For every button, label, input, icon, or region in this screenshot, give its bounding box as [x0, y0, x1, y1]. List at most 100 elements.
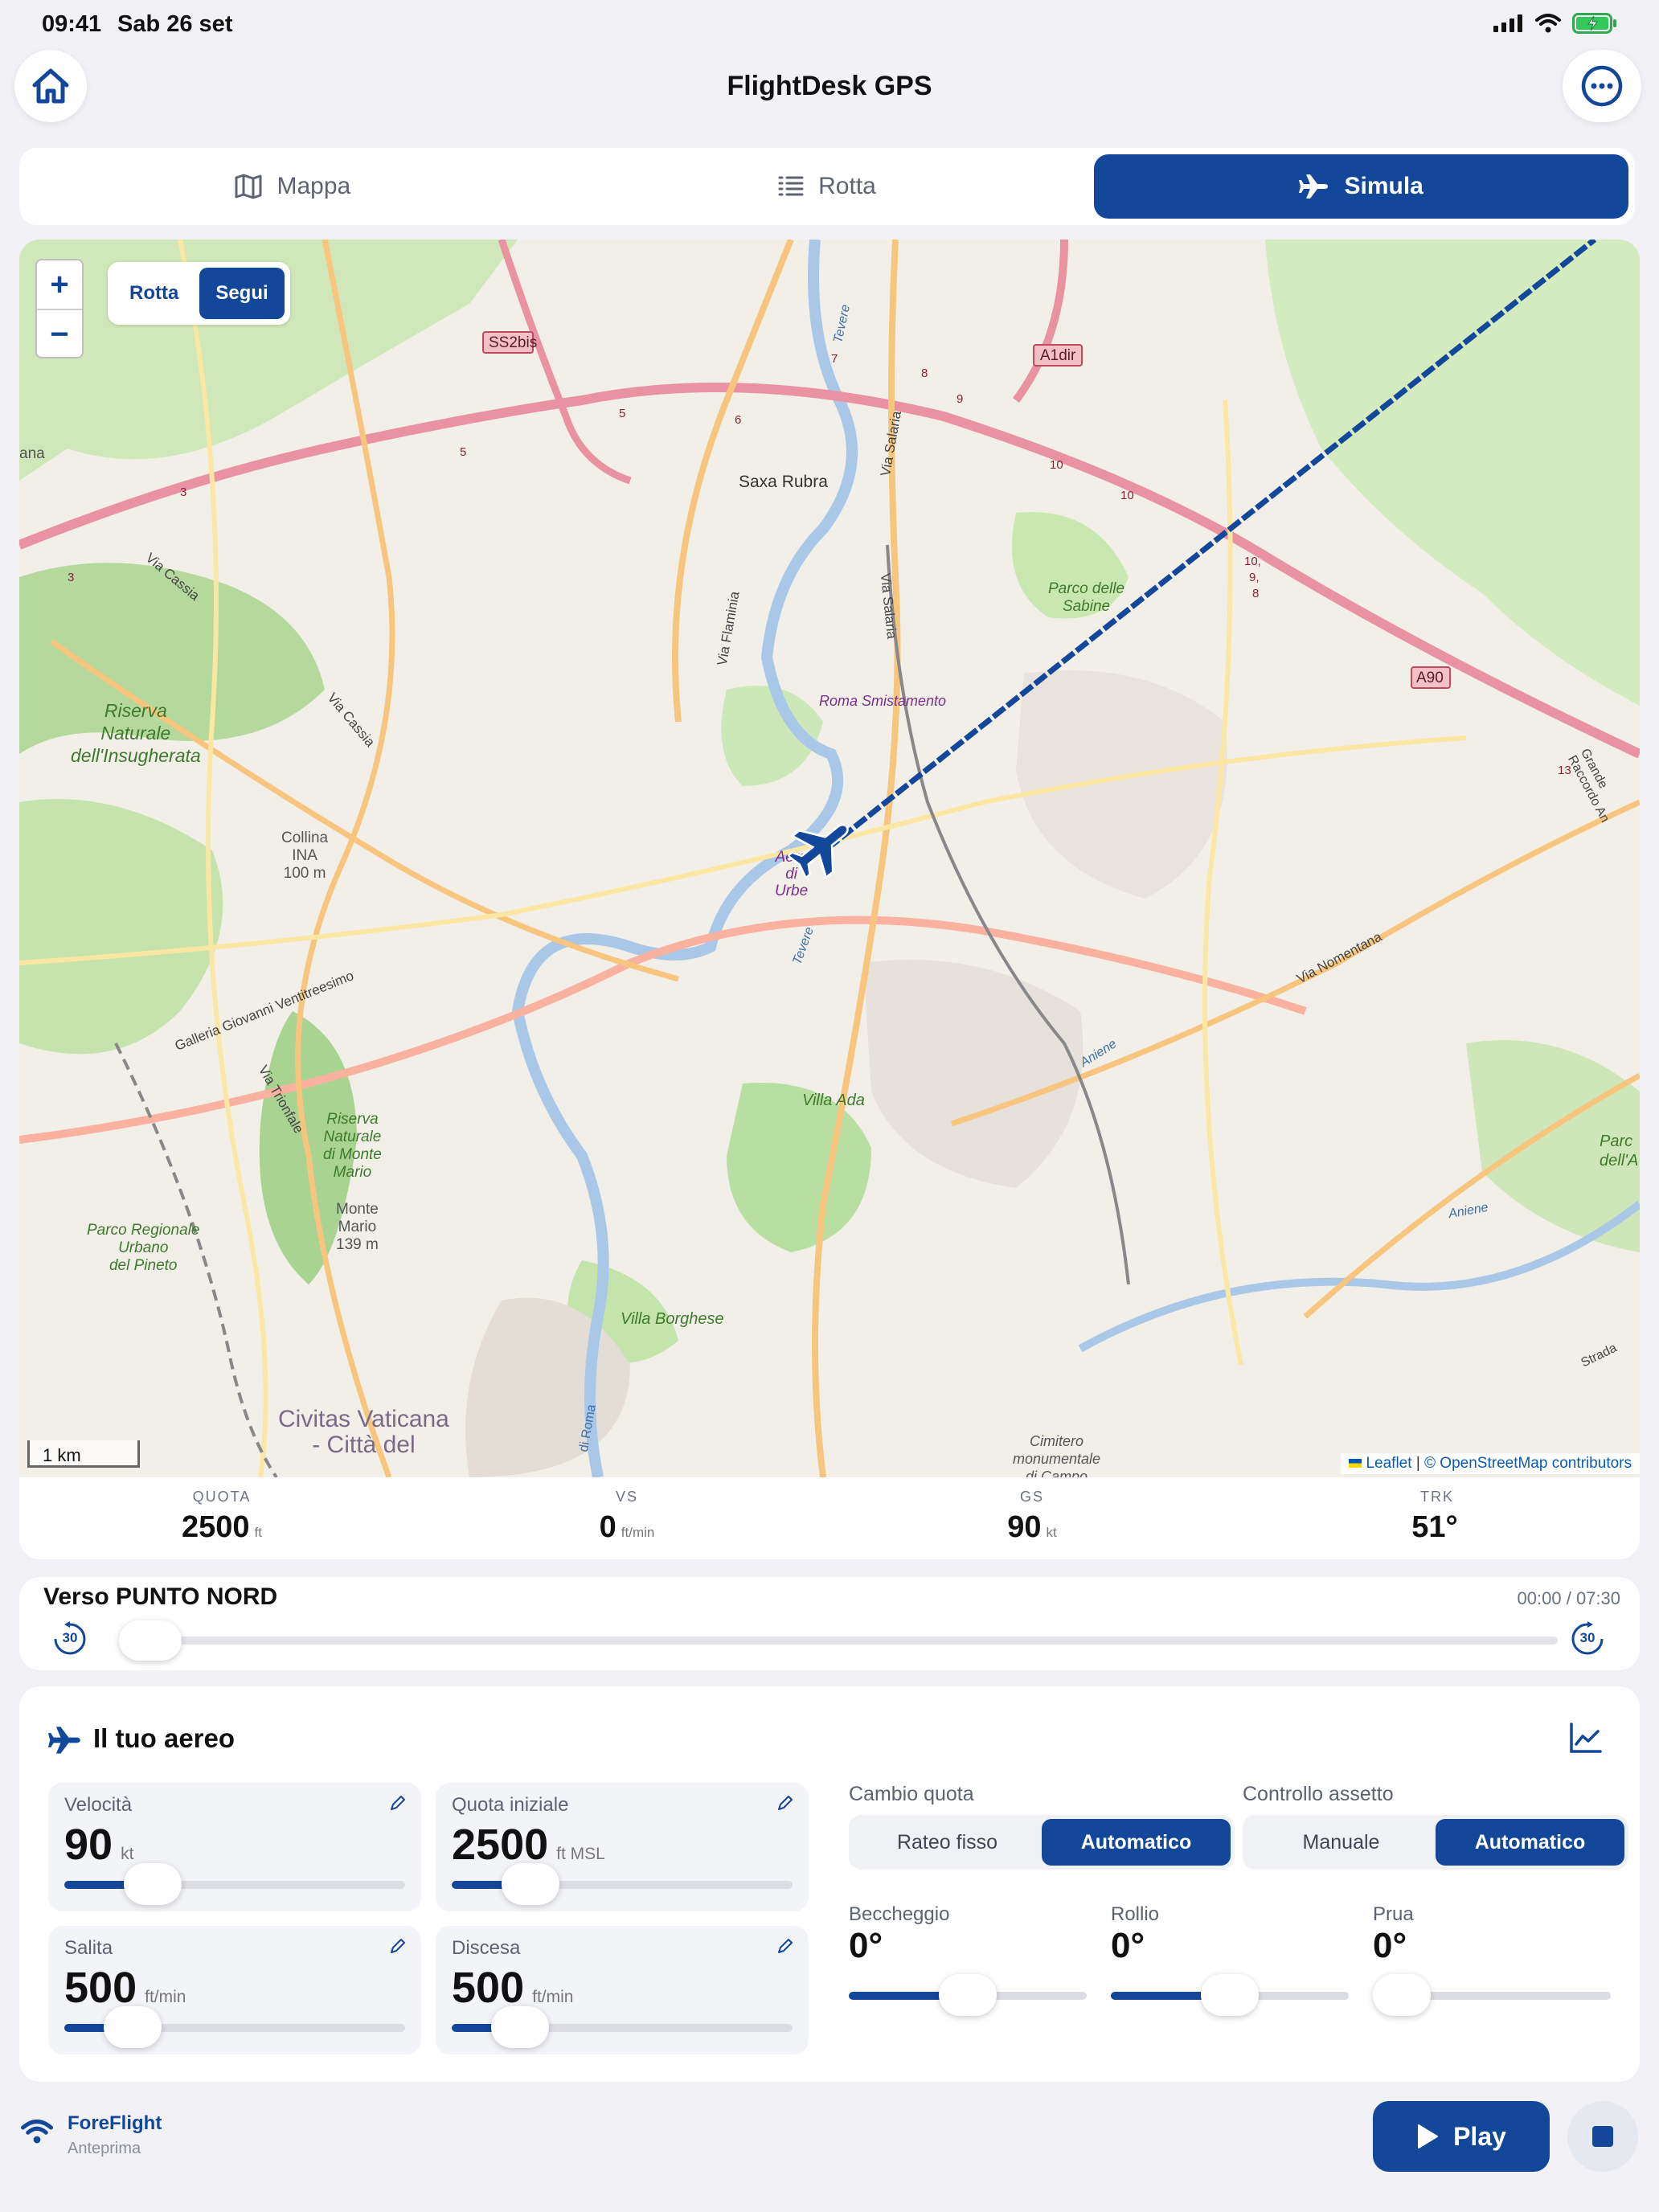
map-road-num-10b: 10 — [1120, 489, 1134, 502]
attitude-rollio-label: Rollio — [1111, 1903, 1160, 1925]
slider-knob[interactable] — [490, 2006, 549, 2048]
attitude-control-label: Controllo assetto — [1243, 1783, 1394, 1805]
play-label: Play — [1453, 2121, 1506, 2151]
param-velocita-label: Velocità — [64, 1794, 133, 1816]
stat-trk-number: 51° — [1411, 1510, 1458, 1544]
map-label-sabine: Parco delle Sabine — [1048, 580, 1124, 616]
leaflet-link[interactable]: Leaflet — [1366, 1455, 1411, 1472]
map-road-num-10a: 10 — [1050, 458, 1063, 472]
map-label-aero-3: Urbe — [775, 883, 809, 899]
list-icon — [778, 176, 804, 196]
map-label-pineto-2: Urbano — [118, 1239, 169, 1256]
main-tabs: Mappa Rotta Simula — [19, 148, 1635, 225]
map-road-num-5a: 5 — [460, 445, 467, 459]
stat-quota-number: 2500 — [182, 1510, 250, 1544]
map-label-vaticano: Civitas Vaticana - Città del — [278, 1407, 449, 1458]
map-label-mm-1: Riserva — [326, 1111, 379, 1128]
route-time: 00:00 / 07:30 — [1517, 1588, 1620, 1608]
slider-knob[interactable] — [1373, 1974, 1431, 2016]
skip-back-label: 30 — [62, 1630, 78, 1645]
stat-quota-unit: ft — [254, 1525, 262, 1540]
airplane-icon — [1299, 174, 1329, 199]
map-road-num-8b: 8 — [1252, 587, 1260, 600]
attitude-prua-label: Prua — [1373, 1903, 1414, 1925]
attitude-beccheggio-slider[interactable] — [849, 1974, 1087, 2016]
map-label-cimitero-1: Cimitero — [1030, 1433, 1084, 1449]
map-label-sabine-1: Parco delle — [1048, 580, 1125, 597]
play-button[interactable]: Play — [1373, 2101, 1550, 2172]
slider-knob[interactable] — [103, 2006, 162, 2048]
altitude-change-automatico[interactable]: Automatico — [1042, 1819, 1231, 1866]
pencil-icon[interactable] — [389, 1937, 407, 1955]
slider-knob[interactable] — [939, 1974, 997, 2016]
aircraft-panel-title: Il tuo aereo — [93, 1723, 236, 1753]
airplane-icon — [48, 1727, 80, 1754]
attitude-rollio-slider[interactable] — [1111, 1974, 1349, 2016]
map-label-mario-2: Mario — [338, 1219, 377, 1235]
stat-vs-value: 0 ft/min — [424, 1510, 830, 1545]
param-quota-slider[interactable] — [452, 1863, 793, 1905]
map-label-villa-ada: Villa Ada — [802, 1092, 865, 1109]
stat-vs-label: VS — [615, 1489, 638, 1505]
map-label-smistamento: Roma Smistamento — [819, 693, 947, 709]
stop-button[interactable] — [1567, 2101, 1638, 2172]
stat-trk: TRK 51° — [1235, 1477, 1640, 1559]
tab-simula-label: Simula — [1344, 173, 1423, 199]
tab-rotta[interactable]: Rotta — [560, 154, 1095, 219]
map-label-saxa: Saxa Rubra — [739, 473, 828, 491]
status-date: Sab 26 set — [117, 11, 233, 37]
stop-icon — [1592, 2126, 1613, 2147]
map-label-parco-edge: Parc dell'A — [1600, 1132, 1638, 1170]
map-label-vatican-2: - Città del — [312, 1432, 416, 1458]
ukraine-flag-icon — [1349, 1459, 1362, 1469]
altitude-change-rateo-fisso[interactable]: Rateo fisso — [853, 1819, 1042, 1866]
osm-link[interactable]: © OpenStreetMap contributors — [1424, 1455, 1632, 1472]
pencil-icon[interactable] — [776, 1937, 794, 1955]
connection-title[interactable]: ForeFlight — [68, 2112, 162, 2135]
map-mode-rotta[interactable]: Rotta — [113, 268, 195, 319]
stat-gs-label: GS — [1019, 1489, 1044, 1505]
skip-forward-button[interactable]: 30 — [1569, 1620, 1606, 1657]
map-label-monte-mario: Monte Mario 139 m — [336, 1201, 379, 1254]
route-progress-knob[interactable] — [119, 1620, 182, 1661]
attitude-rollio: Rollio 0° — [1111, 1903, 1349, 2016]
skip-back-button[interactable]: 30 — [51, 1620, 88, 1657]
attribution-separator: | — [1415, 1455, 1420, 1472]
map-mode-segui[interactable]: Segui — [199, 268, 285, 319]
param-salita-slider[interactable] — [64, 2006, 405, 2048]
chart-button[interactable] — [1569, 1722, 1603, 1758]
slider-knob[interactable] — [124, 1863, 182, 1905]
wifi-connection-icon — [21, 2120, 53, 2144]
map-label-pineto-3: del Pineto — [109, 1257, 178, 1274]
zoom-out-button[interactable]: − — [37, 310, 82, 358]
map-road-num-8: 8 — [921, 367, 928, 380]
attitude-control-manuale[interactable]: Manuale — [1247, 1819, 1436, 1866]
status-icons — [1493, 13, 1617, 34]
attitude-prua-value: 0° — [1373, 1926, 1407, 1965]
pencil-icon[interactable] — [389, 1794, 407, 1812]
tab-simula[interactable]: Simula — [1094, 154, 1629, 219]
param-discesa-slider[interactable] — [452, 2006, 793, 2048]
slider-knob[interactable] — [1201, 1974, 1259, 2016]
attitude-prua: Prua 0° — [1373, 1903, 1611, 2016]
more-options-button[interactable] — [1563, 50, 1641, 122]
stat-gs: GS 90 kt — [830, 1477, 1235, 1559]
param-velocita-value: 90 kt — [64, 1820, 133, 1870]
attitude-control-automatico[interactable]: Automatico — [1436, 1819, 1624, 1866]
map-mode-toggle: Rotta Segui — [108, 262, 290, 325]
param-velocita-slider[interactable] — [64, 1863, 405, 1905]
altitude-change-label: Cambio quota — [849, 1783, 974, 1805]
attitude-prua-slider[interactable] — [1373, 1974, 1611, 2016]
zoom-control: + − — [35, 259, 84, 358]
map-label-pineto: Parco Regionale Urbano del Pineto — [87, 1222, 199, 1275]
map-label-mario-3: 139 m — [336, 1236, 379, 1253]
zoom-in-button[interactable]: + — [37, 260, 82, 309]
pencil-icon[interactable] — [776, 1794, 794, 1812]
map-view[interactable]: SS2bis A1dir A90 Saxa Rubra Parco delle … — [19, 240, 1640, 1477]
param-salita-number: 500 — [64, 1964, 137, 2012]
route-progress-track[interactable] — [119, 1636, 1558, 1645]
tab-mappa[interactable]: Mappa — [26, 154, 560, 219]
param-discesa-number: 500 — [452, 1964, 525, 2012]
slider-knob[interactable] — [501, 1863, 559, 1905]
app-title: FlightDesk GPS — [727, 71, 932, 101]
